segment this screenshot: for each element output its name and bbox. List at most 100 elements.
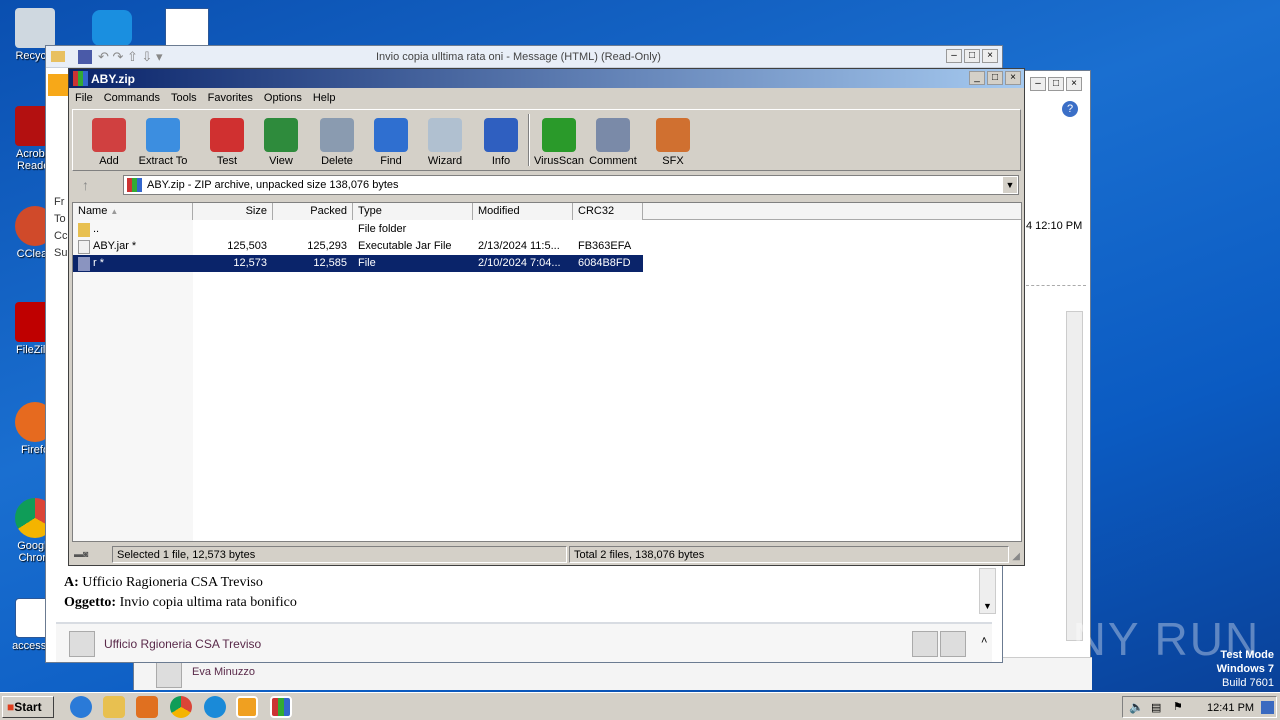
menu-commands[interactable]: Commands [104, 92, 160, 104]
chevron-down-icon[interactable]: ▼ [1002, 176, 1018, 194]
os-info: Test Mode Windows 7 Build 7601 [1216, 649, 1274, 689]
network-icon[interactable]: ▤ [1151, 701, 1161, 714]
avatar [69, 631, 95, 657]
toolbar-delete-button[interactable]: Delete [309, 118, 365, 167]
window-controls: – □ × [1028, 77, 1082, 91]
winrar-icon [73, 71, 88, 86]
body-scrollbar[interactable]: ▼ [979, 568, 996, 614]
close-button[interactable]: × [1066, 77, 1082, 91]
table-row[interactable]: ABY.jar * 125,503 125,293 Executable Jar Fi… [73, 238, 643, 255]
header-labels: Fr To Cc Su [54, 196, 68, 259]
folder-icon [146, 118, 180, 152]
toolbar-wizard-button[interactable]: Wizard [417, 118, 473, 167]
column-name[interactable]: Name ▲ [73, 203, 193, 220]
chrome-icon[interactable] [170, 696, 192, 718]
toolbar-find-button[interactable]: Find [363, 118, 419, 167]
start-button[interactable]: ■Start [2, 696, 54, 718]
table-row[interactable]: r * 12,573 12,585 File 2/10/2024 7:04... 6084… [73, 255, 643, 272]
winrar-taskbar-icon[interactable] [270, 696, 292, 718]
column-crc32[interactable]: CRC32 [573, 203, 643, 220]
word-icon[interactable] [165, 8, 209, 46]
title-bar: ABY.zip _ □ × [69, 69, 1024, 88]
window-title: Invio copia ulltima rata oni - Message (… [376, 51, 661, 63]
clock[interactable]: 12:41 PM [1207, 702, 1254, 714]
cell-packed: 12,585 [313, 257, 347, 269]
toolbar-virusscan-button[interactable]: VirusScan [531, 118, 587, 167]
toolbar-label: Wizard [427, 155, 463, 167]
file-tab[interactable] [48, 74, 70, 96]
close-button[interactable]: × [1005, 71, 1021, 85]
zip-icon [127, 178, 142, 192]
menu-favorites[interactable]: Favorites [208, 92, 253, 104]
cell-packed: 125,293 [307, 240, 347, 252]
title-bar: ↶ ↷ ⇧ ⇩ ▾ Invio copia ulltima rata oni -… [46, 46, 1002, 68]
toolbar-test-button[interactable]: Test [199, 118, 255, 167]
undo-icon[interactable]: ↶ ↷ ⇧ ⇩ ▾ [98, 49, 163, 65]
menu-file[interactable]: File [75, 92, 93, 104]
toolbar-add-button[interactable]: Add [81, 118, 137, 167]
flag-icon[interactable]: ⚑ [1173, 700, 1183, 713]
file-list: Name ▲ Size Packed Type Modified CRC32 .… [72, 202, 1022, 542]
toolbar-label: Add [99, 155, 119, 167]
cell-type: File folder [358, 223, 407, 235]
wand-icon [428, 118, 462, 152]
toolbar-label: Delete [321, 155, 353, 167]
column-modified[interactable]: Modified [473, 203, 573, 220]
bug-icon [542, 118, 576, 152]
envelope-icon [51, 51, 65, 62]
minimize-button[interactable]: – [1030, 77, 1046, 91]
maximize-button[interactable]: □ [1048, 77, 1064, 91]
system-tray: 🔈 ▤ ⚑ 12:41 PM [1122, 696, 1277, 718]
toolbar-comment-button[interactable]: Comment [585, 118, 641, 167]
cell-name: ABY.jar * [93, 240, 137, 252]
help-icon[interactable]: ? [1062, 101, 1078, 117]
avatar [912, 631, 938, 657]
toolbar-separator [528, 114, 530, 166]
outlook-icon[interactable] [236, 696, 258, 718]
divider [1026, 285, 1086, 286]
toolbar-info-button[interactable]: Info [473, 118, 529, 167]
received-time: 4 12:10 PM [1026, 220, 1083, 232]
skype-icon[interactable] [92, 10, 132, 46]
cell-name: .. [93, 223, 100, 235]
toolbar-view-button[interactable]: View [253, 118, 309, 167]
book-icon [264, 118, 298, 152]
ie-icon[interactable] [70, 696, 92, 718]
address-field[interactable]: ABY.zip - ZIP archive, unpacked size 138… [123, 175, 1019, 195]
menu-help[interactable]: Help [313, 92, 336, 104]
resize-grip[interactable]: ◢ [1012, 551, 1020, 562]
maximize-button[interactable]: □ [964, 49, 980, 63]
cell-crc: 6084B8FD [578, 257, 631, 269]
edge-icon[interactable] [204, 696, 226, 718]
up-arrow-icon[interactable]: ↑ [82, 177, 89, 193]
menu-options[interactable]: Options [264, 92, 302, 104]
minimize-button[interactable]: _ [969, 71, 985, 85]
column-type[interactable]: Type [353, 203, 473, 220]
window-title: ABY.zip [91, 72, 136, 86]
volume-icon[interactable]: 🔈 [1129, 700, 1144, 714]
save-icon[interactable] [78, 50, 92, 64]
toolbar-label: View [269, 155, 293, 167]
scrollbar[interactable] [1066, 311, 1083, 641]
menu-tools[interactable]: Tools [171, 92, 197, 104]
toolbar: Add Extract To Test View Delete Find Wizard Inf… [72, 109, 1021, 171]
collapse-icon[interactable]: ˄ [981, 635, 987, 647]
maximize-button[interactable]: □ [987, 71, 1003, 85]
sfx-books-icon [656, 118, 690, 152]
menu-bar: File Commands Tools Favorites Options Help [75, 92, 335, 104]
column-packed[interactable]: Packed [273, 203, 353, 220]
minimize-button[interactable]: – [946, 49, 962, 63]
show-desktop-icon[interactable] [1261, 701, 1274, 714]
media-player-icon[interactable] [136, 696, 158, 718]
close-button[interactable]: × [982, 49, 998, 63]
table-row[interactable]: .. File folder [73, 221, 643, 238]
cell-modified: 2/10/2024 7:04... [478, 257, 561, 269]
toolbar-sfx-button[interactable]: SFX [645, 118, 701, 167]
toolbar-extract-to-button[interactable]: Extract To [135, 118, 191, 167]
explorer-icon[interactable] [103, 696, 125, 718]
column-size[interactable]: Size [193, 203, 273, 220]
person-name[interactable]: Ufficio Rgioneria CSA Treviso [104, 637, 261, 651]
toolbar-label: Comment [589, 155, 637, 167]
drive-icon: ▬◙ [74, 549, 89, 559]
person-name[interactable]: Eva Minuzzo [192, 666, 255, 678]
